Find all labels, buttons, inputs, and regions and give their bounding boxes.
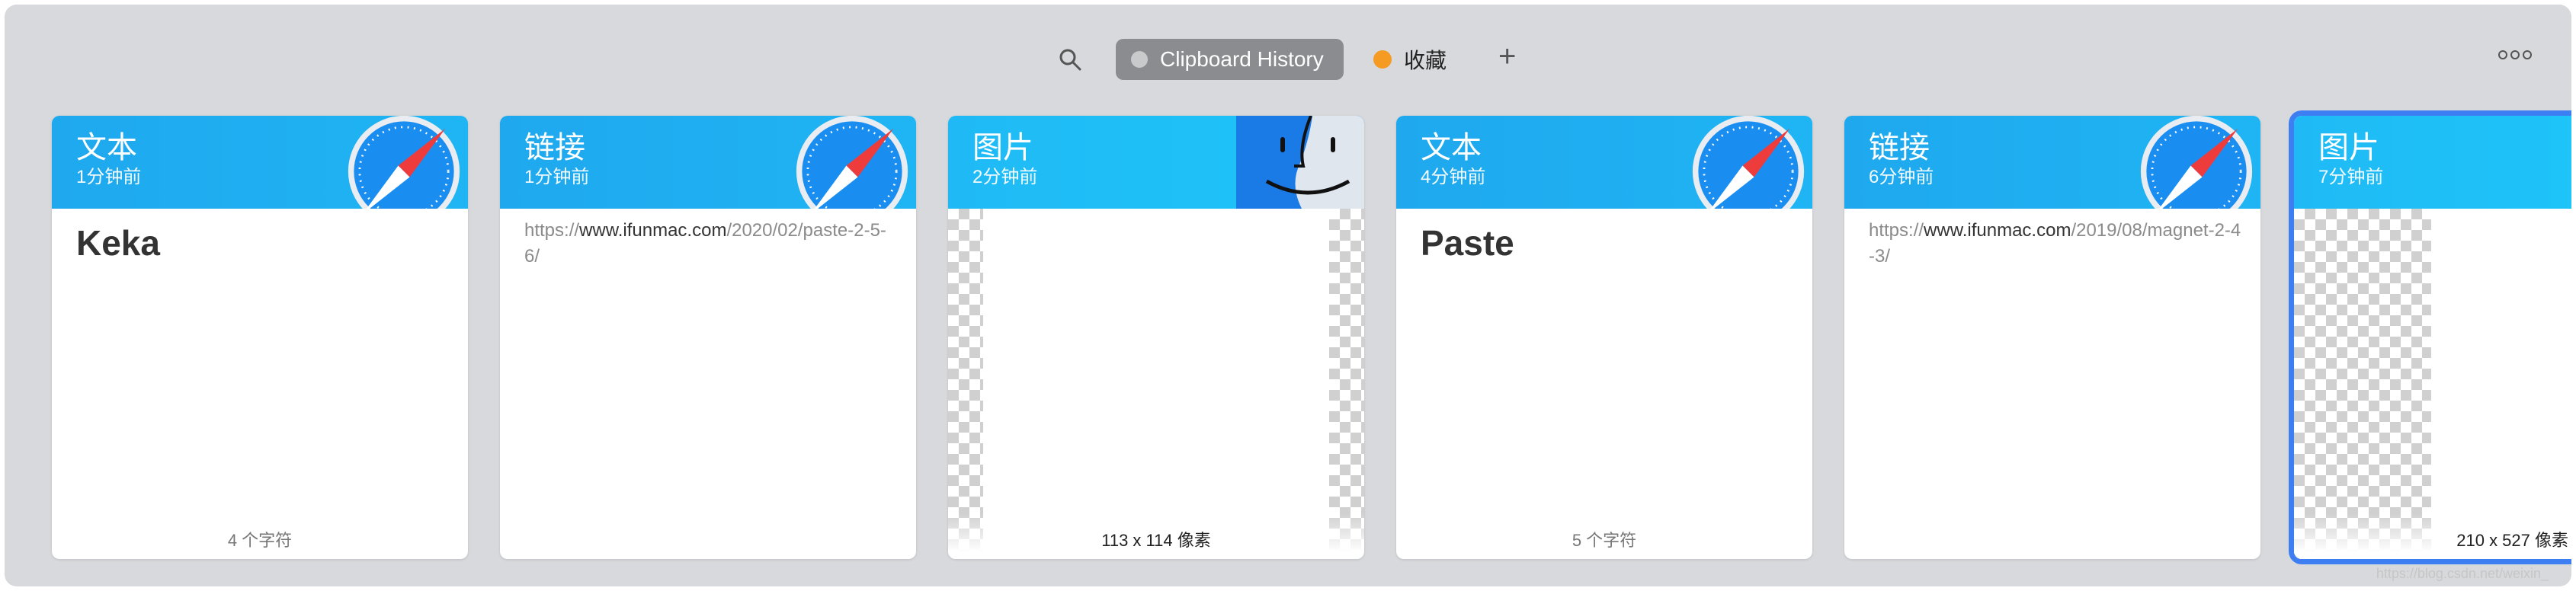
- safari-icon: [1691, 116, 1805, 209]
- clip-card-image-1[interactable]: 图片 2分钟前 113 x 114 像素: [948, 116, 1364, 559]
- finder-icon: [1236, 116, 1364, 209]
- card-header: 链接 1分钟前: [500, 116, 916, 209]
- card-type-label: 文本: [1421, 131, 1482, 165]
- card-time-label: 6分钟前: [1869, 167, 1934, 187]
- card-footer: 210 x 527 像素: [2456, 531, 2568, 550]
- card-time-label: 1分钟前: [524, 167, 590, 187]
- toolbar: Clipboard History 收藏 +: [5, 5, 2571, 111]
- card-body: 210 x 527 像素: [2294, 209, 2571, 559]
- clip-card-text-2[interactable]: 文本 4分钟前 Paste 5 个字符: [1396, 116, 1812, 559]
- transparency-checker: [2294, 209, 2431, 559]
- card-type-label: 链接: [524, 131, 585, 165]
- card-body: https://www.ifunmac.com/2020/02/paste-2-…: [500, 209, 916, 559]
- search-icon[interactable]: [1056, 46, 1084, 73]
- card-type-label: 图片: [972, 131, 1033, 165]
- card-body: Keka 4 个字符: [52, 209, 468, 559]
- safari-icon: [347, 116, 461, 209]
- pinboard-tab-clipboard-history[interactable]: Clipboard History: [1116, 39, 1344, 80]
- card-text-content: Paste: [1421, 223, 1514, 263]
- card-type-label: 文本: [76, 131, 137, 165]
- card-link-url: https://www.ifunmac.com/2020/02/paste-2-…: [524, 220, 886, 267]
- paste-app-window: Clipboard History 收藏 + 文本 1分钟前 Keka 4 个字…: [5, 5, 2571, 586]
- more-icon[interactable]: [2498, 50, 2535, 59]
- card-footer: 5 个字符: [1572, 531, 1637, 550]
- transparency-checker: [1329, 209, 1364, 559]
- safari-icon: [795, 116, 909, 209]
- card-header: 图片 7分钟前: [2294, 116, 2571, 209]
- safari-icon: [2139, 116, 2254, 209]
- card-header: 图片 2分钟前: [948, 116, 1364, 209]
- plus-icon[interactable]: +: [1498, 41, 1516, 72]
- clip-card-text-1[interactable]: 文本 1分钟前 Keka 4 个字符: [52, 116, 468, 559]
- card-time-label: 2分钟前: [972, 167, 1038, 187]
- clip-card-link-2[interactable]: 链接 6分钟前 https://www.ifunmac.com/2019/08/…: [1844, 116, 2260, 559]
- card-footer: 4 个字符: [227, 531, 293, 550]
- pinboard-tab-label: Clipboard History: [1160, 47, 1324, 71]
- card-type-label: 链接: [1869, 131, 1930, 165]
- card-header: 文本 4分钟前: [1396, 116, 1812, 209]
- favorites-label: 收藏: [1404, 49, 1447, 72]
- clip-card-image-2[interactable]: 图片 7分钟前 210 x 527 像素: [2294, 116, 2571, 559]
- favorites-dot-icon: [1373, 50, 1392, 69]
- card-type-label: 图片: [2318, 131, 2379, 165]
- card-body: https://www.ifunmac.com/2019/08/magnet-2…: [1844, 209, 2260, 559]
- pinboard-dot-icon: [1131, 51, 1148, 68]
- card-time-label: 4分钟前: [1421, 167, 1486, 187]
- card-time-label: 1分钟前: [76, 167, 142, 187]
- card-header: 文本 1分钟前: [52, 116, 468, 209]
- card-time-label: 7分钟前: [2318, 167, 2384, 187]
- card-footer: 113 x 114 像素: [1101, 531, 1211, 550]
- card-body: 113 x 114 像素: [948, 209, 1364, 559]
- clip-card-link-1[interactable]: 链接 1分钟前 https://www.ifunmac.com/2020/02/…: [500, 116, 916, 559]
- card-body: Paste 5 个字符: [1396, 209, 1812, 559]
- card-text-content: Keka: [76, 223, 160, 263]
- pinboard-tab-favorites[interactable]: 收藏: [1373, 39, 1447, 80]
- transparency-checker: [948, 209, 983, 559]
- card-link-url: https://www.ifunmac.com/2019/08/magnet-2…: [1869, 220, 2241, 267]
- watermark: https://blog.csdn.net/weixin_: [2376, 566, 2549, 581]
- card-header: 链接 6分钟前: [1844, 116, 2260, 209]
